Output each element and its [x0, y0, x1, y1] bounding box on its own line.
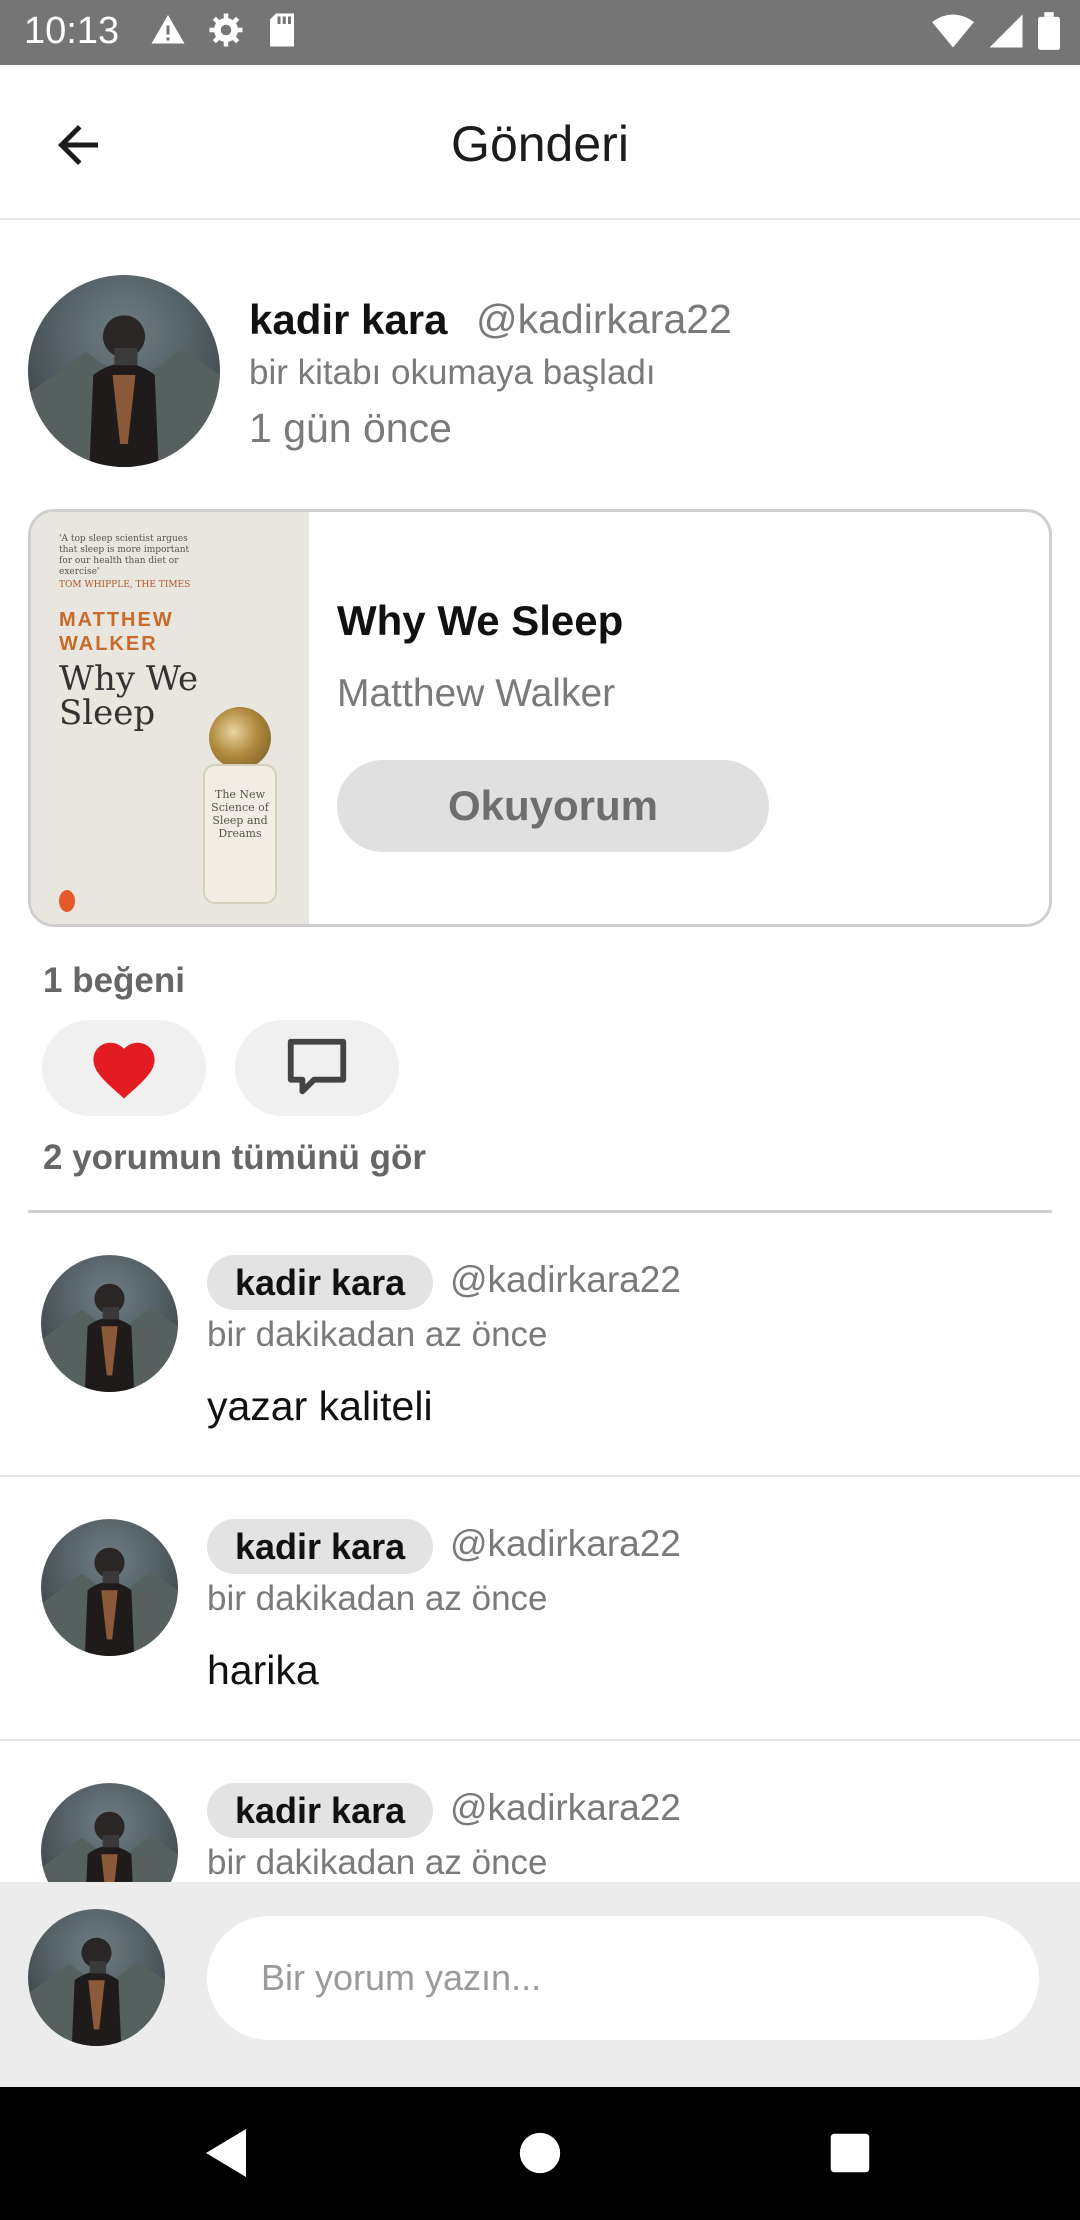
- comment-composer: [0, 1882, 1080, 2087]
- likes-count[interactable]: 1 beğeni: [43, 961, 185, 1001]
- person-photo-icon: [28, 315, 220, 467]
- settings-icon: [209, 13, 243, 47]
- screen: 10:13 Gönderi kadir kara @kadirkara22 bi…: [0, 0, 1080, 2220]
- post-user-name[interactable]: kadir kara: [249, 296, 447, 344]
- comment-user-handle: @kadirkara22: [450, 1259, 681, 1300]
- comment-user-name[interactable]: kadir kara: [207, 1519, 434, 1574]
- person-photo-icon: [28, 1937, 165, 2046]
- comment-user-handle: @kadirkara22: [450, 1787, 681, 1828]
- comment-timestamp: bir dakikadan az önce: [207, 1315, 548, 1354]
- post-user-handle: @kadirkara22: [476, 296, 732, 342]
- person-photo-icon: [41, 1547, 178, 1656]
- comment-user-name[interactable]: kadir kara: [207, 1783, 434, 1838]
- book-cover: 'A top sleep scientist argues that sleep…: [31, 512, 309, 924]
- reading-status-button[interactable]: Okuyorum: [337, 760, 769, 852]
- status-bar: 10:13: [0, 0, 1080, 65]
- comment-button[interactable]: [235, 1020, 399, 1116]
- book-card[interactable]: 'A top sleep scientist argues that sleep…: [28, 509, 1052, 927]
- comment-avatar[interactable]: [41, 1519, 178, 1656]
- comment-item: kadir kara @kadirkara22 bir dakikadan az…: [0, 1213, 1080, 1477]
- nav-back-button[interactable]: [196, 2123, 256, 2183]
- status-left-icons: [150, 12, 298, 48]
- comment-timestamp: bir dakikadan az önce: [207, 1843, 548, 1882]
- system-nav-bar: [0, 2087, 1080, 2220]
- wifi-icon: [932, 14, 974, 48]
- status-time: 10:13: [24, 10, 120, 52]
- warning-icon: [151, 15, 185, 44]
- see-all-comments-link[interactable]: 2 yorumun tümünü gör: [43, 1138, 426, 1178]
- person-photo-icon: [41, 1283, 178, 1392]
- cover-title: Why We Sleep: [59, 659, 199, 733]
- back-triangle-icon: [206, 2129, 246, 2177]
- comment-user-handle: @kadirkara22: [450, 1523, 681, 1564]
- post-user-avatar[interactable]: [28, 275, 220, 467]
- cover-blurb: 'A top sleep scientist argues that sleep…: [59, 534, 191, 590]
- post-timestamp: 1 gün önce: [249, 405, 452, 451]
- sd-card-icon: [270, 13, 294, 47]
- nav-recents-button[interactable]: [820, 2123, 880, 2183]
- page-title: Gönderi: [451, 116, 629, 172]
- cover-subtitle: The New Science of Sleep and Dreams: [203, 764, 277, 904]
- like-button[interactable]: [42, 1020, 206, 1116]
- comment-text: yazar kaliteli: [207, 1383, 433, 1429]
- book-title: Why We Sleep: [337, 597, 624, 644]
- recents-square-icon: [830, 2133, 870, 2173]
- comment-input[interactable]: [207, 1916, 1039, 2040]
- post-action-text: bir kitabı okumaya başladı: [249, 353, 656, 392]
- status-right-icons: [932, 12, 1060, 50]
- current-user-avatar: [28, 1909, 165, 2046]
- door-knob-illustration: [209, 707, 271, 769]
- penguin-logo-icon: [59, 890, 75, 912]
- home-circle-icon: [519, 2132, 561, 2174]
- nav-home-button[interactable]: [510, 2123, 570, 2183]
- book-author: Matthew Walker: [337, 672, 616, 715]
- comment-item: kadir kara @kadirkara22 bir dakikadan az…: [0, 1477, 1080, 1741]
- signal-icon: [989, 14, 1023, 48]
- comment-bubble-icon: [287, 1038, 347, 1095]
- battery-icon: [1038, 12, 1060, 50]
- comment-user-name[interactable]: kadir kara: [207, 1255, 434, 1310]
- heart-icon: [93, 1042, 155, 1099]
- app-bar: Gönderi: [0, 65, 1080, 220]
- cover-author: MATTHEW WALKER: [59, 609, 174, 655]
- comment-avatar[interactable]: [41, 1255, 178, 1392]
- comment-timestamp: bir dakikadan az önce: [207, 1579, 548, 1618]
- comment-text: harika: [207, 1647, 319, 1693]
